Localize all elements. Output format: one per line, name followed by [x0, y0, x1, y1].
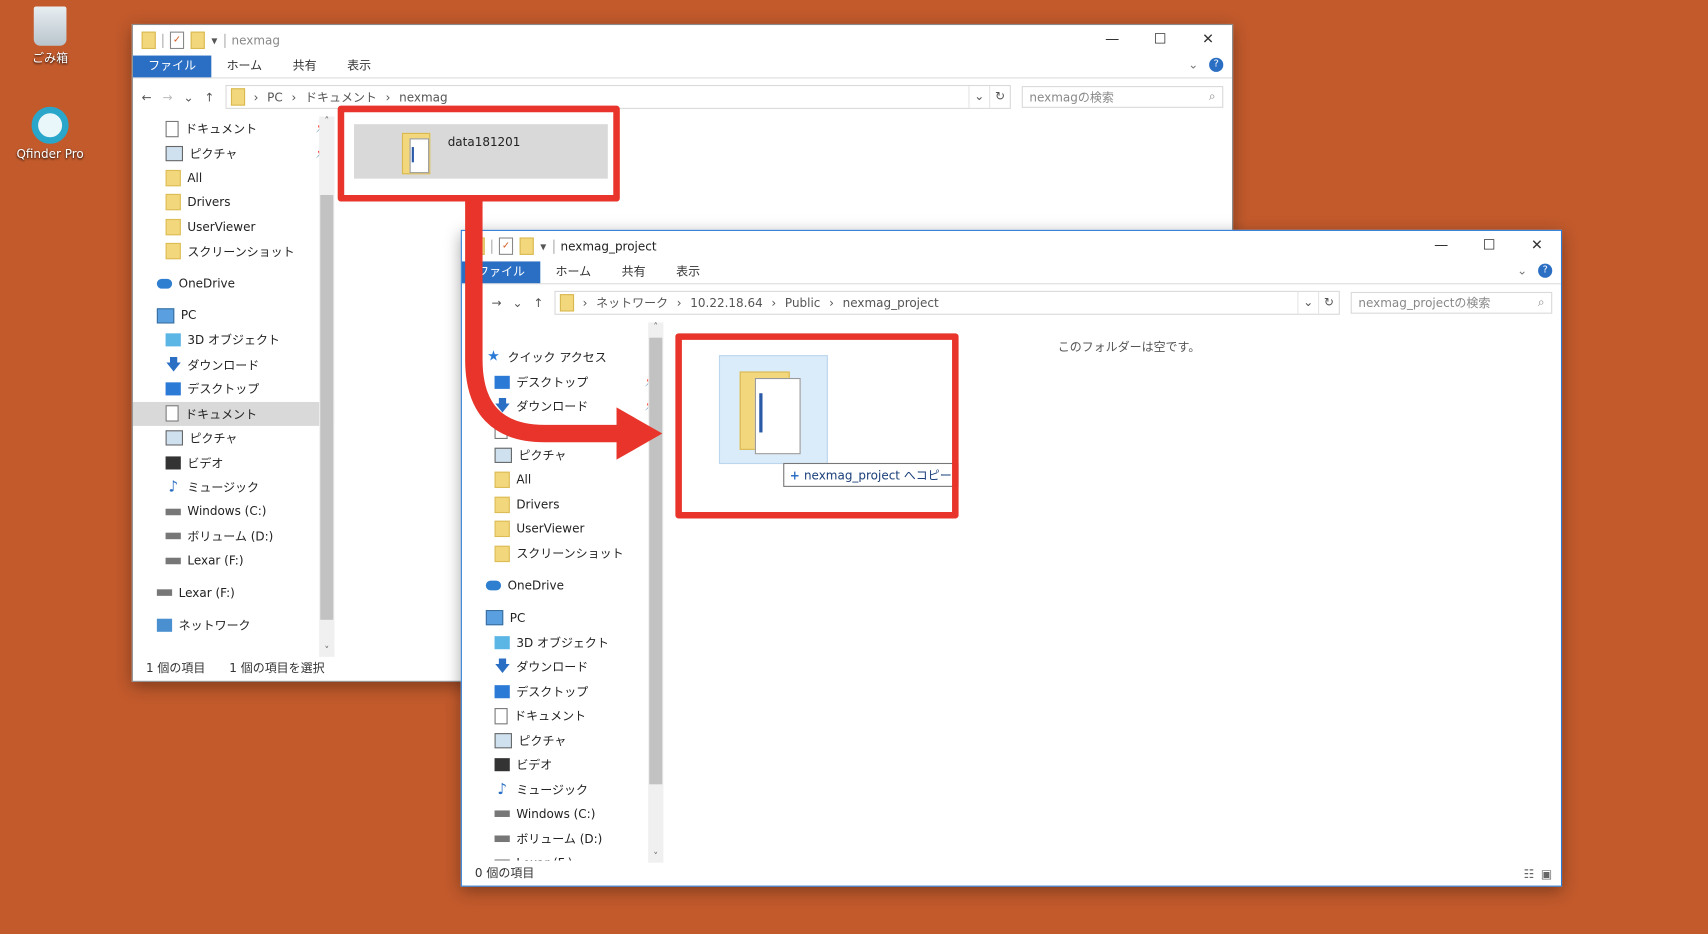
drag-arrow-icon — [465, 198, 663, 460]
